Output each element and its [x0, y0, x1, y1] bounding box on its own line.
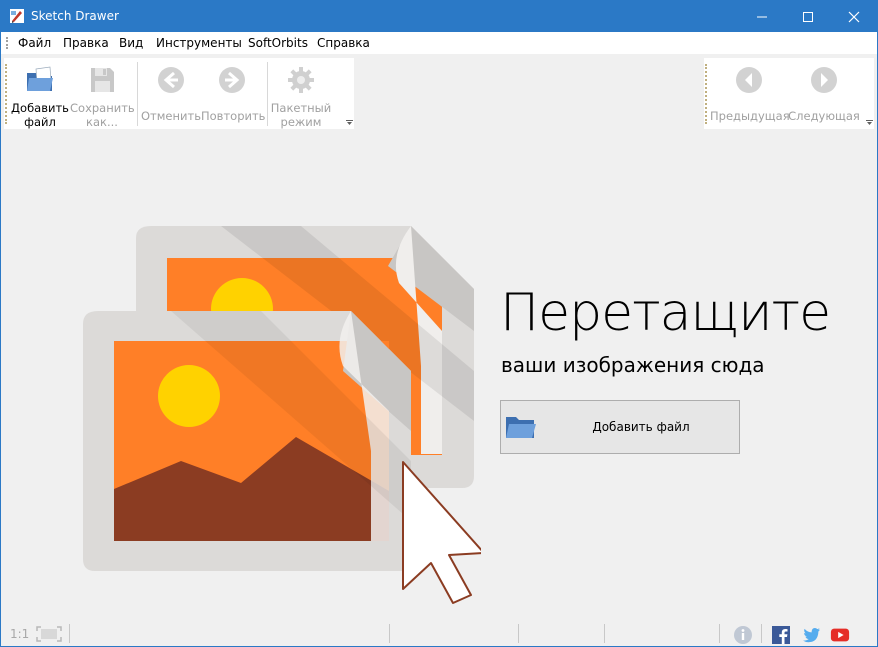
batch-mode-label: Пакетный режим	[270, 101, 332, 129]
toolbar-area: Добавить файл Сохранить как... Отменить …	[1, 54, 877, 131]
gear-icon	[288, 67, 314, 93]
close-icon	[848, 11, 860, 23]
minimize-icon	[757, 16, 767, 18]
menu-tools[interactable]: Инструменты	[156, 36, 242, 50]
status-separator	[761, 624, 762, 643]
fit-screen-icon[interactable]	[36, 626, 62, 642]
add-file-label-line1: Добавить	[11, 101, 69, 115]
add-file-main-button[interactable]: Добавить файл	[500, 400, 740, 454]
save-as-label: Сохранить как...	[70, 101, 135, 129]
toolbar-overflow-icon[interactable]	[346, 120, 353, 126]
zoom-one-to-one-button[interactable]: 1:1	[10, 627, 29, 641]
previous-label: Предыдущая	[710, 109, 790, 123]
menu-grip[interactable]	[6, 37, 8, 49]
images-illustration	[83, 226, 481, 604]
menu-file[interactable]: Файл	[18, 36, 51, 50]
toolbar-separator	[137, 62, 138, 126]
status-separator	[518, 624, 519, 643]
add-file-main-label: Добавить файл	[592, 420, 690, 434]
next-label: Следующая	[788, 109, 860, 123]
status-separator	[389, 624, 390, 643]
navigation-toolbar: Предыдущая Следующая	[704, 58, 874, 129]
main-toolbar: Добавить файл Сохранить как... Отменить …	[4, 58, 354, 129]
toolbar-overflow-icon[interactable]	[866, 120, 873, 126]
menu-view[interactable]: Вид	[119, 36, 143, 50]
drop-area[interactable]: Перетащите ваши изображения сюда Добавит…	[1, 131, 877, 621]
menu-edit[interactable]: Правка	[63, 36, 109, 50]
add-file-label: Добавить файл	[10, 101, 70, 129]
status-separator	[719, 624, 720, 643]
drop-title: Перетащите	[500, 283, 831, 343]
maximize-icon	[803, 12, 813, 22]
toolbar-grip[interactable]	[705, 64, 707, 124]
save-icon	[91, 68, 114, 92]
minimize-button[interactable]	[739, 1, 785, 32]
undo-label: Отменить	[141, 109, 201, 123]
close-button[interactable]	[831, 1, 877, 32]
twitter-icon[interactable]	[801, 625, 821, 645]
app-icon	[10, 9, 24, 23]
add-file-label-line2: файл	[24, 115, 56, 129]
save-as-label-line2: как...	[86, 115, 118, 129]
next-button[interactable]: Следующая	[788, 61, 860, 127]
undo-button[interactable]: Отменить	[141, 61, 201, 127]
previous-button[interactable]: Предыдущая	[710, 61, 790, 127]
status-bar: 1:1	[1, 621, 877, 646]
next-icon	[811, 67, 837, 93]
save-as-label-line1: Сохранить	[70, 101, 135, 115]
open-folder-icon	[27, 66, 53, 91]
menu-bar: Файл Правка Вид Инструменты SoftOrbits С…	[1, 32, 877, 54]
batch-mode-label-line1: Пакетный	[270, 101, 332, 115]
maximize-button[interactable]	[785, 1, 831, 32]
window-title: Sketch Drawer	[31, 9, 119, 23]
menu-help[interactable]: Справка	[317, 36, 370, 50]
redo-label: Повторить	[201, 109, 266, 123]
facebook-icon[interactable]	[771, 625, 791, 645]
status-separator	[604, 624, 605, 643]
youtube-icon[interactable]	[830, 625, 850, 645]
undo-icon	[158, 67, 184, 93]
toolbar-grip[interactable]	[5, 64, 7, 124]
app-window: Sketch Drawer Файл Правка Вид Инструмент…	[0, 0, 878, 647]
batch-mode-button[interactable]: Пакетный режим	[270, 61, 332, 129]
menu-softorbits[interactable]: SoftOrbits	[248, 36, 308, 50]
open-folder-icon	[506, 417, 536, 438]
redo-icon	[219, 67, 245, 93]
drop-subtitle: ваши изображения сюда	[501, 353, 765, 377]
redo-button[interactable]: Повторить	[201, 61, 266, 127]
add-file-button[interactable]: Добавить файл	[10, 61, 70, 129]
title-bar[interactable]: Sketch Drawer	[1, 1, 877, 32]
status-separator	[69, 624, 70, 643]
toolbar-separator	[267, 62, 268, 126]
batch-mode-label-line2: режим	[280, 115, 322, 129]
save-as-button[interactable]: Сохранить как...	[70, 61, 135, 129]
prev-icon	[736, 67, 762, 93]
info-icon[interactable]	[733, 625, 753, 645]
